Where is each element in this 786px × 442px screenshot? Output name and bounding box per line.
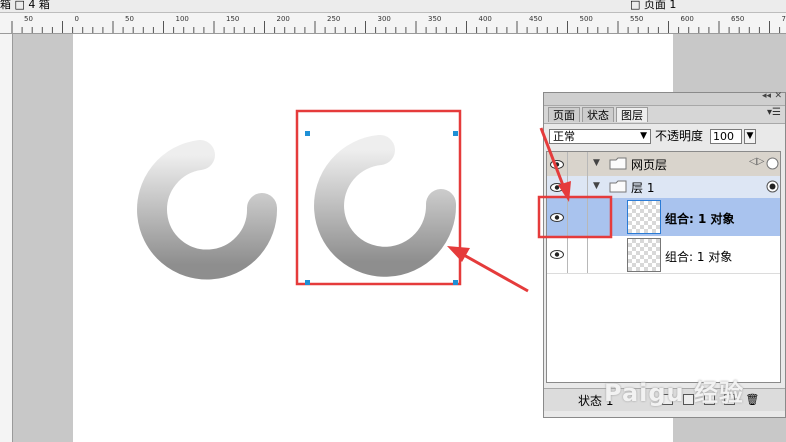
layers-panel: ◂◂ ✕ 页面 状态 图层 ▾☰ 正常 ▼ 不透明度 100 ▼ ▼ 网页层 ◁… xyxy=(543,91,786,418)
panel-titlebar[interactable]: ◂◂ ✕ xyxy=(544,91,785,106)
object-thumbnail xyxy=(627,238,661,272)
layer-name: 层 1 xyxy=(631,181,655,195)
web-layer-indicator-icon[interactable] xyxy=(766,157,779,170)
visibility-toggle[interactable] xyxy=(547,236,568,273)
layer-name: 组合: 1 对象 xyxy=(665,212,735,226)
layer-row-object-selected[interactable]: 组合: 1 对象 xyxy=(547,198,780,236)
panel-status-bar: 状态 1 🗑 xyxy=(544,388,785,411)
new-sublayer-icon[interactable] xyxy=(662,394,673,405)
eye-icon xyxy=(550,250,564,259)
lock-toggle[interactable] xyxy=(568,152,588,176)
visibility-toggle[interactable] xyxy=(547,176,568,198)
folder-icon xyxy=(609,180,627,193)
collapse-icon[interactable]: ◂◂ xyxy=(762,91,771,101)
panel-action-icons: 🗑 xyxy=(662,392,759,406)
object-thumbnail xyxy=(627,200,661,234)
visibility-toggle[interactable] xyxy=(547,152,568,176)
selection-handle[interactable] xyxy=(305,280,310,285)
opacity-input[interactable]: 100 xyxy=(710,129,742,144)
layer-name: 组合: 1 对象 xyxy=(665,250,733,264)
selection-handle[interactable] xyxy=(453,131,458,136)
ring-shape-left[interactable] xyxy=(137,140,278,280)
expand-triangle-icon[interactable]: ▼ xyxy=(593,181,600,191)
eye-icon xyxy=(550,159,564,169)
state-label[interactable]: 状态 1 xyxy=(578,392,613,409)
add-mask-icon[interactable] xyxy=(724,394,736,405)
expand-triangle-icon[interactable]: ▼ xyxy=(593,158,600,168)
tab-pages[interactable]: 页面 xyxy=(548,107,580,122)
panel-tabs: 页面 状态 图层 ▾☰ xyxy=(544,106,785,124)
new-layer-icon[interactable] xyxy=(682,394,694,405)
layer-row-object[interactable]: 组合: 1 对象 xyxy=(547,236,780,274)
selection-handle[interactable] xyxy=(453,280,458,285)
blend-mode-value: 正常 xyxy=(553,130,575,143)
eye-icon xyxy=(550,182,564,192)
close-icon[interactable]: ✕ xyxy=(774,91,782,101)
blend-mode-select[interactable]: 正常 ▼ xyxy=(549,129,651,144)
layer-name: 网页层 xyxy=(631,158,668,172)
opacity-dropdown-button[interactable]: ▼ xyxy=(744,129,756,144)
opacity-label: 不透明度 xyxy=(655,129,704,143)
tab-states[interactable]: 状态 xyxy=(582,107,614,122)
tab-layers[interactable]: 图层 xyxy=(616,107,648,122)
trash-icon[interactable]: 🗑 xyxy=(745,393,759,406)
lock-toggle[interactable] xyxy=(568,236,588,273)
annotation-arrow xyxy=(461,252,529,293)
lock-toggle[interactable] xyxy=(568,198,588,236)
layer-row-web[interactable]: ▼ 网页层 ◁▷ xyxy=(547,152,780,176)
layer-row-layer1[interactable]: ▼ 层 1 xyxy=(547,176,780,198)
visibility-toggle[interactable] xyxy=(547,198,568,236)
panel-menu-icon[interactable]: ▾☰ xyxy=(767,107,781,118)
annotation-arrowhead xyxy=(447,246,470,262)
lock-toggle[interactable] xyxy=(568,176,588,198)
ring-shape-right[interactable] xyxy=(314,135,457,277)
share-icon[interactable]: ◁▷ xyxy=(749,156,764,167)
active-layer-radio-icon[interactable] xyxy=(766,180,779,193)
eye-icon xyxy=(550,212,564,222)
folder-icon xyxy=(609,157,627,170)
duplicate-layer-icon[interactable] xyxy=(703,394,715,405)
chevron-down-icon: ▼ xyxy=(640,131,647,141)
layers-list: ▼ 网页层 ◁▷ ▼ 层 1 组合: 1 对象 组合: 1 对象 xyxy=(546,151,781,383)
selection-handle[interactable] xyxy=(305,131,310,136)
